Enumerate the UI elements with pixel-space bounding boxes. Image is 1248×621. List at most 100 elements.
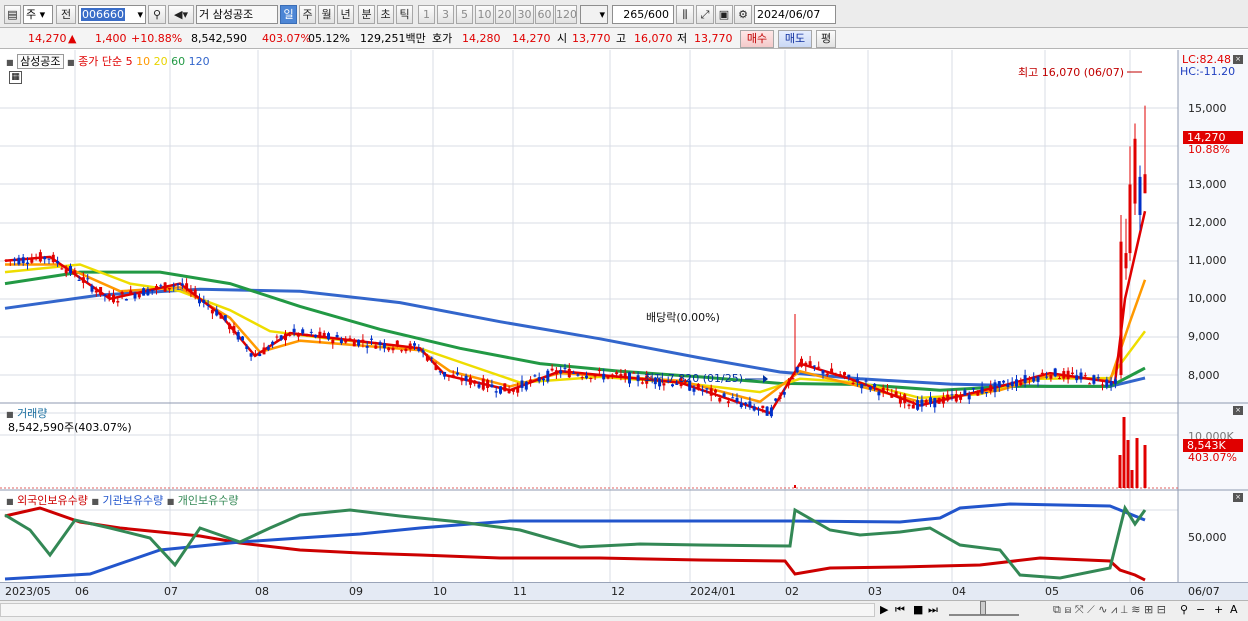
candle [1124, 253, 1128, 269]
candle [443, 372, 447, 377]
chart-settings-icon[interactable]: ▤ [4, 5, 21, 24]
volume-ratio: 403.07% [262, 32, 311, 45]
market-select[interactable]: 주 ▾ [23, 5, 53, 24]
sell-button[interactable]: 매도 [778, 30, 812, 48]
bid-low: 14,270 [512, 32, 551, 45]
candle [950, 394, 954, 396]
zoom-in-icon[interactable]: + [1214, 603, 1223, 616]
fast-forward-icon[interactable]: ⏭ [928, 603, 938, 617]
scroll-right-icon[interactable]: ▶ [880, 603, 888, 616]
candle [920, 399, 924, 407]
candle [198, 299, 201, 304]
buy-button[interactable]: 매수 [740, 30, 774, 48]
stock-name-field[interactable]: 거 삼성공조 [196, 5, 278, 24]
minute-5[interactable]: 5 [456, 5, 473, 24]
minute-1[interactable]: 1 [418, 5, 435, 24]
candle [602, 373, 606, 380]
rewind-icon[interactable]: ⏮ [895, 603, 905, 617]
candle [352, 340, 356, 347]
code-input[interactable]: 006660 ▾ [78, 5, 146, 24]
prev-button[interactable]: 전 [56, 5, 76, 24]
y-tick-10000: 10,000 [1188, 292, 1227, 305]
tab-minute[interactable]: 분 [358, 5, 375, 24]
candle [1015, 379, 1018, 387]
tab-tick[interactable]: 틱 [396, 5, 413, 24]
font-size-icon[interactable]: A [1230, 603, 1238, 616]
x-tick: 11 [513, 585, 527, 598]
minute-60[interactable]: 60 [535, 5, 554, 24]
minute-3[interactable]: 3 [437, 5, 454, 24]
y-tick-13000: 13,000 [1188, 178, 1227, 191]
stock-name-legend[interactable]: 삼성공조 [17, 54, 64, 69]
gear-icon[interactable]: ⚙ [734, 5, 752, 24]
eval-button[interactable]: 평 [816, 30, 836, 48]
candle [275, 336, 279, 338]
zoom-search-icon[interactable]: ⚲ [1180, 603, 1188, 616]
current-price: 14,270 [28, 32, 67, 45]
candle [1040, 372, 1044, 375]
sound-icon[interactable]: ◀▾ [168, 5, 194, 24]
search-icon[interactable]: ⚲ [148, 5, 166, 24]
institution-holding-label[interactable]: 기관보유수량 [102, 494, 163, 507]
minute-20[interactable]: 20 [495, 5, 514, 24]
foreign-holding-label[interactable]: 외국인보유수량 [17, 494, 88, 507]
candle [1088, 383, 1092, 385]
candle [868, 387, 872, 390]
x-tick: 06 [1130, 585, 1144, 598]
individual-holding-label[interactable]: 개인보유수량 [178, 494, 239, 507]
stop-icon[interactable]: ■ [913, 603, 923, 616]
save-icon[interactable]: ▣ [715, 5, 733, 24]
candle [903, 394, 907, 404]
tab-week[interactable]: 주 [299, 5, 316, 24]
candle [266, 346, 270, 350]
zoom-out-icon[interactable]: − [1196, 603, 1205, 616]
candle [206, 304, 210, 306]
candle [860, 384, 864, 389]
minute-120[interactable]: 120 [555, 5, 577, 24]
candle [877, 391, 881, 396]
candle [8, 260, 12, 262]
count-input[interactable]: 265/600 [612, 5, 674, 24]
candle [1045, 376, 1049, 378]
candle [137, 294, 141, 298]
legend-dot-icon: ■ [91, 497, 99, 506]
minute-30[interactable]: 30 [515, 5, 534, 24]
drawing-tools-icon[interactable]: ⧉ ⧈ ⤧ ⟋ ∿ ⩘ ⟂ ≋ ⊞ ⊟ [1053, 603, 1166, 617]
candle [993, 382, 997, 393]
candle [262, 347, 266, 355]
tab-second[interactable]: 초 [377, 5, 394, 24]
candle [511, 389, 515, 392]
market-label: 주 [26, 8, 37, 21]
candle [731, 397, 735, 399]
tab-year[interactable]: 년 [337, 5, 354, 24]
candle [817, 366, 821, 368]
minute-10[interactable]: 10 [475, 5, 494, 24]
code-dropdown-icon[interactable]: ▾ [137, 6, 143, 23]
x-tick-last-date: 06/07 [1188, 585, 1220, 598]
candle [382, 343, 386, 349]
custom-period-select[interactable]: ▾ [580, 5, 608, 24]
candle [692, 388, 696, 392]
candle [873, 383, 877, 387]
horizontal-scrollbar[interactable] [0, 603, 875, 617]
candle [808, 361, 812, 367]
close-icon[interactable]: × [1233, 406, 1243, 415]
candle [589, 377, 593, 380]
candle [296, 333, 300, 337]
calculator-icon[interactable]: ▦ [9, 71, 22, 84]
low-note: 최저 7,820 (01/25) [644, 372, 743, 385]
candle [378, 342, 382, 346]
chart-canvas[interactable]: LC:82.48 HC:-11.20 최고 16,070 (06/07) 최저 … [0, 50, 1248, 600]
volume-bar [1126, 440, 1130, 488]
close-icon[interactable]: × [1233, 55, 1243, 64]
tab-day[interactable]: 일 [280, 5, 297, 24]
draw-tool-icon[interactable]: ⤢ [696, 5, 714, 24]
candle [1105, 379, 1109, 388]
date-field[interactable]: 2024/06/07 [754, 5, 836, 24]
tab-month[interactable]: 월 [318, 5, 335, 24]
candle [241, 336, 244, 341]
zoom-slider-handle[interactable] [980, 601, 986, 615]
candle-type-icon[interactable]: ⫼ [676, 5, 694, 24]
candle [163, 282, 167, 292]
close-icon[interactable]: × [1233, 493, 1243, 502]
